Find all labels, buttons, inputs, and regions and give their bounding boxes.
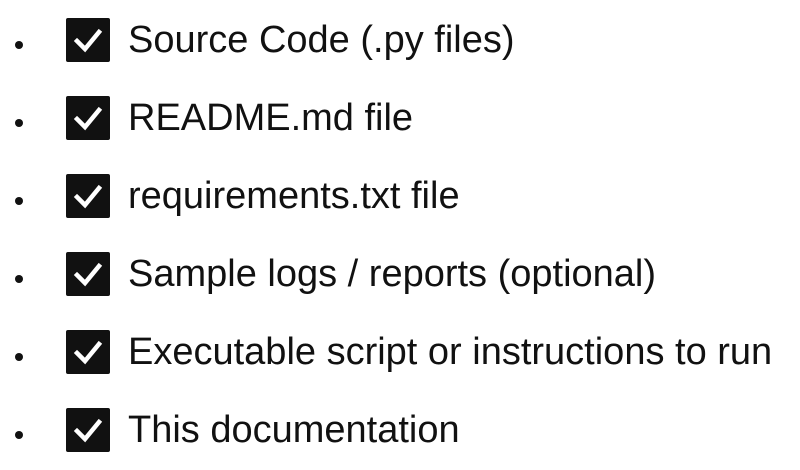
checkbox-checked-icon <box>66 18 110 62</box>
list-item-label: Source Code (.py files) <box>128 19 515 61</box>
list-item-label: Sample logs / reports (optional) <box>128 253 657 295</box>
bullet-icon <box>15 197 23 205</box>
list-item: Sample logs / reports (optional) <box>0 244 800 304</box>
bullet-icon <box>15 431 23 439</box>
list-item-label: README.md file <box>128 97 414 139</box>
list-item: Executable script or instructions to run <box>0 322 800 382</box>
list-item-label: requirements.txt file <box>128 175 460 217</box>
bullet-icon <box>15 41 23 49</box>
list-item: README.md file <box>0 88 800 148</box>
checkbox-checked-icon <box>66 330 110 374</box>
list-item: Source Code (.py files) <box>0 10 800 70</box>
checkbox-checked-icon <box>66 96 110 140</box>
bullet-icon <box>15 353 23 361</box>
bullet-icon <box>15 275 23 283</box>
list-item-label: Executable script or instructions to run <box>128 331 773 373</box>
list-item: requirements.txt file <box>0 166 800 226</box>
checkbox-checked-icon <box>66 174 110 218</box>
bullet-icon <box>15 119 23 127</box>
checkbox-checked-icon <box>66 408 110 452</box>
list-item-label: This documentation <box>128 409 460 451</box>
list-item: This documentation <box>0 400 800 460</box>
checkbox-checked-icon <box>66 252 110 296</box>
